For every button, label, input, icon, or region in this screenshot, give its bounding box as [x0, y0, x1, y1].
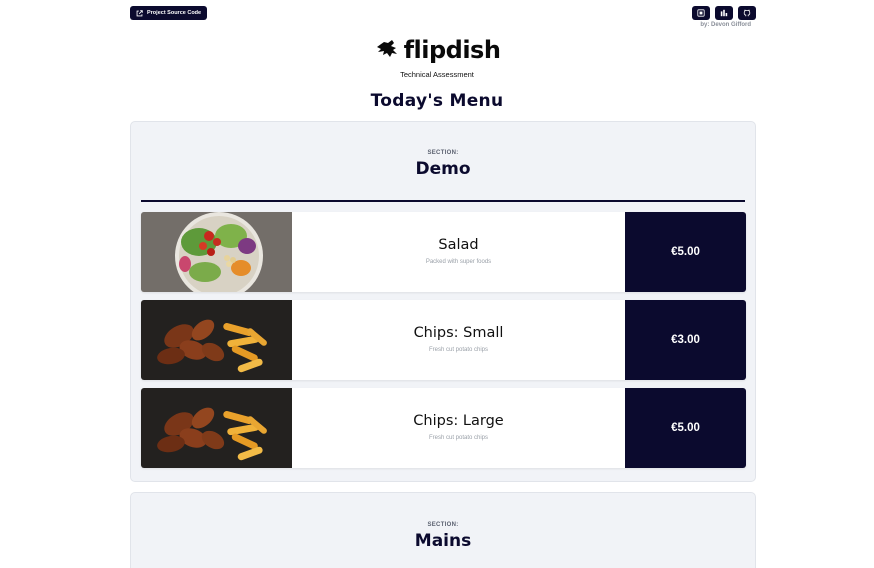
bar-chart-icon	[720, 9, 728, 17]
menu-item-chips-large[interactable]: Chips: Large Fresh cut potato chips €5.0…	[141, 388, 746, 468]
brand-logo: flipdish	[0, 38, 874, 62]
brand-tagline: Technical Assessment	[400, 70, 474, 79]
menu-section-demo: SECTION: Demo Salad Packed with super fo…	[130, 121, 756, 482]
portfolio-button[interactable]	[692, 6, 710, 20]
wings-and-chips-photo	[141, 388, 292, 468]
salad-bowl-photo	[141, 212, 292, 292]
menu-page: Project Source Code by: Devon Gifford fl…	[0, 0, 874, 568]
project-source-code-button[interactable]: Project Source Code	[130, 6, 208, 20]
menu-item-price[interactable]: €5.00	[625, 388, 746, 468]
menu-item-salad[interactable]: Salad Packed with super foods €5.00	[141, 212, 746, 292]
flipdish-wordmark: flipdish	[403, 36, 501, 64]
section-name: Demo	[415, 159, 471, 179]
stats-button[interactable]	[715, 6, 733, 20]
section-label: SECTION:	[427, 522, 459, 528]
menu-item-name: Chips: Large	[413, 413, 504, 429]
section-name: Mains	[414, 531, 472, 551]
section-divider	[141, 200, 745, 202]
menu-item-info: Chips: Small Fresh cut potato chips	[292, 300, 625, 380]
menu-item-name: Salad	[438, 237, 479, 253]
flipdish-mascot-icon	[374, 38, 402, 62]
menu-item-price[interactable]: €3.00	[625, 300, 746, 380]
menu-section-mains: SECTION: Mains	[130, 492, 756, 568]
external-link-icon	[136, 9, 143, 16]
menu-item-description: Packed with super foods	[425, 259, 492, 265]
header-icon-buttons	[692, 6, 756, 20]
menu-item-description: Fresh cut potato chips	[428, 347, 489, 353]
page-title: Today's Menu	[370, 91, 504, 111]
menu-item-info: Chips: Large Fresh cut potato chips	[292, 388, 625, 468]
portfolio-icon	[697, 9, 705, 17]
menu-item-name: Chips: Small	[413, 325, 504, 341]
menu-item-price[interactable]: €5.00	[625, 212, 746, 292]
github-icon	[743, 9, 751, 17]
author-byline: by: Devon Gifford	[700, 22, 751, 28]
section-label: SECTION:	[427, 150, 459, 156]
wings-and-chips-photo	[141, 300, 292, 380]
menu-item-chips-small[interactable]: Chips: Small Fresh cut potato chips €3.0…	[141, 300, 746, 380]
project-source-code-label: Project Source Code	[147, 10, 202, 16]
menu-item-info: Salad Packed with super foods	[292, 212, 625, 292]
github-button[interactable]	[738, 6, 756, 20]
menu-item-description: Fresh cut potato chips	[428, 435, 489, 441]
